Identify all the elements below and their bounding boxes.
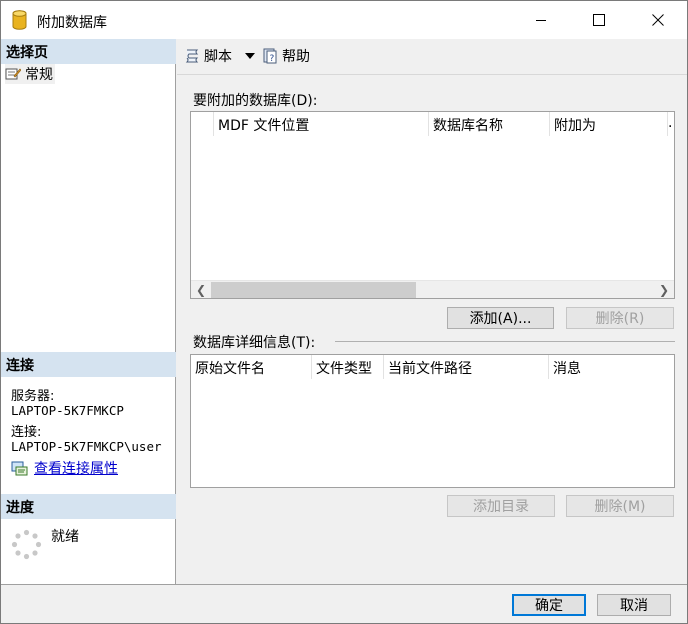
svg-text:?: ?	[270, 54, 275, 64]
database-details-label: 数据库详细信息(T):	[193, 335, 316, 351]
script-label: 脚本	[204, 49, 232, 65]
maximize-button[interactable]	[570, 1, 628, 39]
title-bar: 附加数据库	[1, 1, 687, 39]
scroll-left-icon[interactable]: ❮	[192, 281, 210, 298]
spinner-icon	[11, 529, 42, 560]
database-icon	[12, 10, 27, 30]
page-icon	[5, 68, 21, 80]
attach-databases-label: 要附加的数据库(D):	[193, 93, 318, 109]
left-pane: 选择页 常规 连接 服务器: LAPTOP-5K7FMKCP 连接: LAPTO…	[1, 39, 176, 584]
column-header-original-file-name[interactable]: 原始文件名	[191, 355, 312, 379]
horizontal-scrollbar[interactable]: ❮ ❯	[191, 280, 674, 298]
view-connection-properties[interactable]: 查看连接属性	[11, 458, 118, 478]
column-header-mdf-location[interactable]: MDF 文件位置	[214, 112, 429, 136]
server-value: LAPTOP-5K7FMKCP	[11, 403, 124, 418]
column-header-message[interactable]: 消息	[549, 355, 674, 379]
section-divider	[335, 341, 675, 342]
database-details-grid[interactable]: 原始文件名 文件类型 当前文件路径 消息	[190, 354, 675, 488]
ok-button[interactable]: 确定	[512, 594, 586, 616]
attach-database-dialog: 附加数据库 选择页 常规 连接 服务器: LAPTOP-5K7FMKCP 连接:…	[0, 0, 688, 624]
toolbar: 脚本 ? 帮助	[177, 39, 687, 75]
scroll-right-icon[interactable]: ❯	[655, 281, 673, 298]
column-header-attach-as[interactable]: 附加为	[550, 112, 668, 136]
server-label: 服务器:	[11, 389, 55, 404]
connection-header: 连接	[1, 352, 176, 377]
help-label: 帮助	[282, 49, 310, 65]
dialog-footer: 确定 取消	[1, 584, 687, 623]
script-button[interactable]: 脚本	[184, 46, 256, 66]
help-button[interactable]: ? 帮助	[262, 46, 310, 66]
column-header-database-name[interactable]: 数据库名称	[429, 112, 550, 136]
column-header-file-type[interactable]: 文件类型	[312, 355, 384, 379]
scrollbar-thumb[interactable]	[211, 282, 416, 298]
progress-status: 就绪	[51, 529, 79, 545]
page-item-general[interactable]: 常规	[5, 64, 55, 84]
progress-header: 进度	[1, 494, 176, 519]
remove-detail-button[interactable]: 删除(M)	[566, 495, 674, 517]
connection-properties-icon	[11, 461, 28, 475]
minimize-icon	[536, 20, 546, 21]
add-database-button[interactable]: 添加(A)...	[447, 307, 554, 329]
attach-databases-grid[interactable]: MDF 文件位置 数据库名称 附加为 . ❮ ❯	[190, 111, 675, 299]
help-icon: ?	[263, 48, 277, 64]
close-button[interactable]	[629, 1, 687, 39]
column-header-current-file-path[interactable]: 当前文件路径	[384, 355, 549, 379]
grid-row-header	[191, 112, 214, 136]
page-item-label: 常规	[25, 67, 53, 83]
right-pane: 脚本 ? 帮助 要附加的数据库(D): MDF 文件位置 数据库名称 附加为 .…	[177, 39, 687, 584]
close-icon	[652, 14, 664, 26]
add-catalog-button[interactable]: 添加目录	[447, 495, 555, 517]
select-page-header: 选择页	[1, 39, 176, 64]
maximize-icon	[593, 14, 605, 26]
minimize-button[interactable]	[512, 1, 570, 39]
column-header-overflow[interactable]: .	[668, 112, 678, 136]
remove-database-button[interactable]: 删除(R)	[566, 307, 674, 329]
connection-value: LAPTOP-5K7FMKCP\user	[11, 439, 162, 454]
window-title: 附加数据库	[37, 15, 107, 31]
connection-label: 连接:	[11, 425, 42, 440]
view-connection-properties-link[interactable]: 查看连接属性	[34, 458, 118, 478]
dropdown-arrow-icon[interactable]	[244, 52, 256, 60]
cancel-button[interactable]: 取消	[597, 594, 671, 616]
script-icon	[185, 49, 199, 63]
